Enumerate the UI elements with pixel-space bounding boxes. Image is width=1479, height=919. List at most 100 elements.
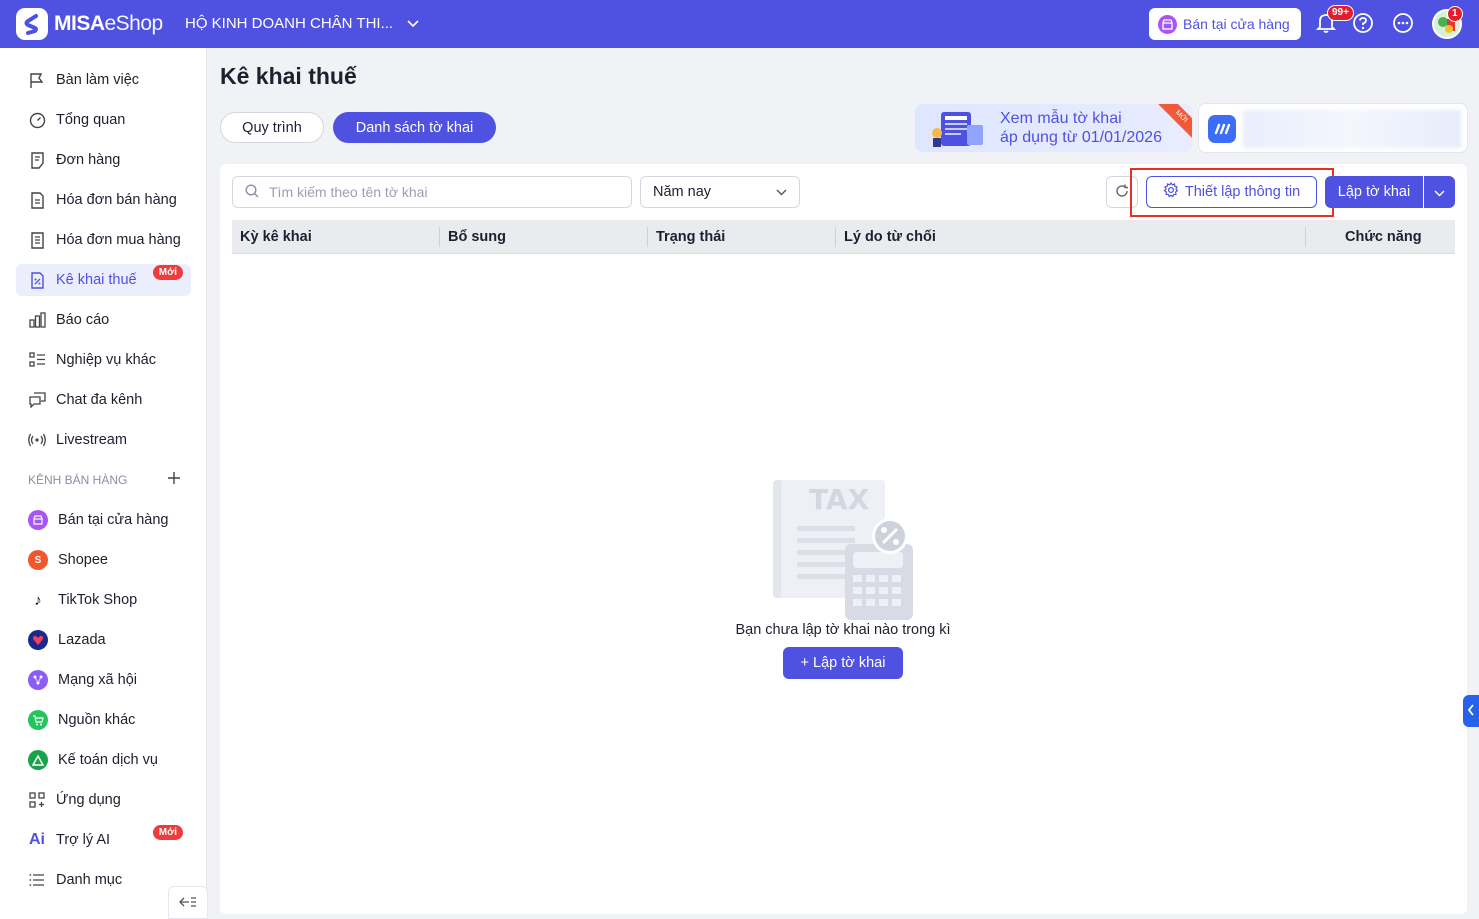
add-channel-icon[interactable] bbox=[168, 472, 180, 487]
channel-item-social[interactable]: Mạng xã hội bbox=[16, 664, 191, 696]
tax-document-icon bbox=[28, 271, 46, 289]
column-divider[interactable] bbox=[439, 227, 440, 247]
notification-button[interactable]: 99+ bbox=[1314, 5, 1354, 36]
tab-process[interactable]: Quy trình bbox=[220, 112, 324, 143]
column-divider[interactable] bbox=[647, 227, 648, 247]
column-header-status[interactable]: Trạng thái bbox=[656, 220, 725, 254]
channel-label: Nguồn khác bbox=[58, 712, 136, 728]
sidebar-item-label: Livestream bbox=[56, 432, 127, 448]
order-icon bbox=[28, 151, 46, 169]
new-tag: Mới bbox=[152, 825, 183, 840]
channel-label: Lazada bbox=[58, 632, 106, 648]
channel-item-accounting-service[interactable]: Kế toán dịch vụ bbox=[16, 744, 191, 776]
sidebar-item-label: Nghiệp vụ khác bbox=[56, 352, 156, 368]
sidebar-item-other-operations[interactable]: Nghiệp vụ khác bbox=[16, 344, 191, 376]
sidebar-item-sales-invoices[interactable]: Hóa đơn bán hàng bbox=[16, 184, 191, 216]
empty-create-declaration-button[interactable]: + Lập tờ khai bbox=[783, 647, 903, 679]
column-header-supplement[interactable]: Bổ sung bbox=[448, 220, 506, 254]
sidebar-item-label: Trợ lý AI bbox=[56, 832, 111, 848]
table-header: Kỳ kê khai Bổ sung Trạng thái Lý do từ c… bbox=[232, 220, 1455, 254]
chat-icon bbox=[28, 391, 46, 409]
bar-chart-icon bbox=[28, 311, 46, 329]
create-options-dropdown[interactable] bbox=[1424, 176, 1455, 208]
partner-logo-icon bbox=[1208, 115, 1236, 143]
sidebar-item-purchase-invoices[interactable]: Hóa đơn mua hàng bbox=[16, 224, 191, 256]
promo-line-1: Xem mẫu tờ khai bbox=[1000, 110, 1122, 127]
sidebar-item-tax-declaration[interactable]: Kê khai thuế Mới bbox=[16, 264, 191, 296]
promo-text: Xem mẫu tờ khai áp dụng từ 01/01/2026 bbox=[1000, 109, 1162, 147]
channel-item-tiktok[interactable]: ♪ TikTok Shop bbox=[16, 584, 191, 616]
sidebar-item-label: Báo cáo bbox=[56, 312, 110, 328]
column-header-reject-reason[interactable]: Lý do từ chối bbox=[844, 220, 936, 254]
channel-item-shopee[interactable]: S Shopee bbox=[16, 544, 191, 576]
sidebar-item-label: Bàn làm việc bbox=[56, 72, 140, 88]
new-tag: Mới bbox=[152, 265, 183, 280]
avatar-badge: 1 bbox=[1447, 6, 1463, 22]
sidebar-item-reports[interactable]: Báo cáo bbox=[16, 304, 191, 336]
help-button[interactable] bbox=[1351, 12, 1375, 36]
tax-form-illustration-icon bbox=[932, 112, 983, 147]
notification-count-badge: 99+ bbox=[1327, 5, 1354, 21]
logo-mark-icon bbox=[16, 8, 48, 40]
period-value: Năm nay bbox=[653, 184, 712, 200]
shopee-icon: S bbox=[28, 550, 48, 570]
collapse-icon bbox=[179, 895, 197, 911]
receipt-icon bbox=[28, 231, 46, 249]
chevron-down-icon bbox=[776, 184, 787, 200]
search-input[interactable] bbox=[269, 184, 609, 200]
help-icon bbox=[1352, 12, 1374, 37]
search-box[interactable] bbox=[232, 176, 632, 208]
collapse-sidebar-button[interactable] bbox=[168, 886, 208, 919]
sidebar-item-label: Tổng quan bbox=[56, 112, 126, 128]
channel-item-other-sources[interactable]: Nguồn khác bbox=[16, 704, 191, 736]
top-bar: MISAeShop HỘ KINH DOANH CHÂN THI... Bán … bbox=[0, 0, 1479, 48]
channel-label: Bán tại cửa hàng bbox=[58, 512, 169, 528]
business-selector[interactable]: HỘ KINH DOANH CHÂN THI... bbox=[185, 15, 419, 32]
channel-item-store[interactable]: Bán tại cửa hàng bbox=[16, 504, 191, 536]
promo-line-2: áp dụng từ 01/01/2026 bbox=[1000, 129, 1162, 146]
partner-banner[interactable] bbox=[1198, 103, 1468, 153]
channel-label: TikTok Shop bbox=[58, 592, 138, 608]
section-label: KÊNH BÁN HÀNG bbox=[28, 472, 128, 487]
store-icon bbox=[28, 510, 48, 530]
empty-state-illustration: TAX bbox=[771, 478, 916, 623]
sell-in-store-label: Bán tại cửa hàng bbox=[1183, 16, 1290, 32]
sidebar-item-catalog[interactable]: Danh mục bbox=[16, 864, 191, 896]
expand-panel-handle[interactable] bbox=[1463, 695, 1479, 727]
search-icon bbox=[245, 183, 259, 201]
highlight-box bbox=[1130, 168, 1334, 217]
channel-item-lazada[interactable]: Lazada bbox=[16, 624, 191, 656]
sidebar-item-desk[interactable]: Bàn làm việc bbox=[16, 64, 191, 96]
column-header-period[interactable]: Kỳ kê khai bbox=[240, 220, 312, 254]
ai-icon: Ai bbox=[29, 831, 45, 848]
promo-banner[interactable]: Xem mẫu tờ khai áp dụng từ 01/01/2026 MỚ… bbox=[915, 104, 1192, 152]
chevron-left-icon bbox=[1467, 703, 1475, 719]
app-logo[interactable]: MISAeShop bbox=[16, 8, 163, 40]
business-name: HỘ KINH DOANH CHÂN THI... bbox=[185, 15, 394, 32]
sell-in-store-button[interactable]: Bán tại cửa hàng bbox=[1149, 8, 1301, 40]
period-select[interactable]: Năm nay bbox=[640, 176, 800, 208]
sidebar-item-apps[interactable]: Ứng dụng bbox=[16, 784, 191, 816]
new-ribbon: MỚI bbox=[1158, 104, 1192, 140]
sidebar-item-label: Đơn hàng bbox=[56, 152, 121, 168]
column-divider[interactable] bbox=[1305, 227, 1306, 247]
menu-list-icon bbox=[28, 871, 46, 889]
create-declaration-button[interactable]: Lập tờ khai bbox=[1325, 176, 1423, 208]
tab-declaration-list[interactable]: Danh sách tờ khai bbox=[333, 112, 496, 143]
more-button[interactable] bbox=[1391, 12, 1415, 36]
sidebar-item-ai-assistant[interactable]: Ai Trợ lý AI Mới bbox=[16, 824, 191, 856]
store-icon bbox=[1158, 14, 1177, 34]
refresh-icon bbox=[1115, 184, 1129, 201]
sidebar-item-livestream[interactable]: Livestream bbox=[16, 424, 191, 456]
sidebar-item-label: Hóa đơn mua hàng bbox=[56, 232, 181, 248]
accounting-icon bbox=[28, 750, 48, 770]
sidebar-item-label: Danh mục bbox=[56, 872, 123, 888]
column-divider[interactable] bbox=[835, 227, 836, 247]
sidebar-item-chat[interactable]: Chat đa kênh bbox=[16, 384, 191, 416]
chevron-down-icon bbox=[1434, 184, 1445, 200]
sidebar-item-orders[interactable]: Đơn hàng bbox=[16, 144, 191, 176]
sidebar-item-overview[interactable]: Tổng quan bbox=[16, 104, 191, 136]
chevron-down-icon bbox=[407, 15, 419, 32]
channel-label: Mạng xã hội bbox=[58, 672, 137, 688]
empty-state-message: Bạn chưa lập tờ khai nào trong kì bbox=[735, 622, 951, 638]
